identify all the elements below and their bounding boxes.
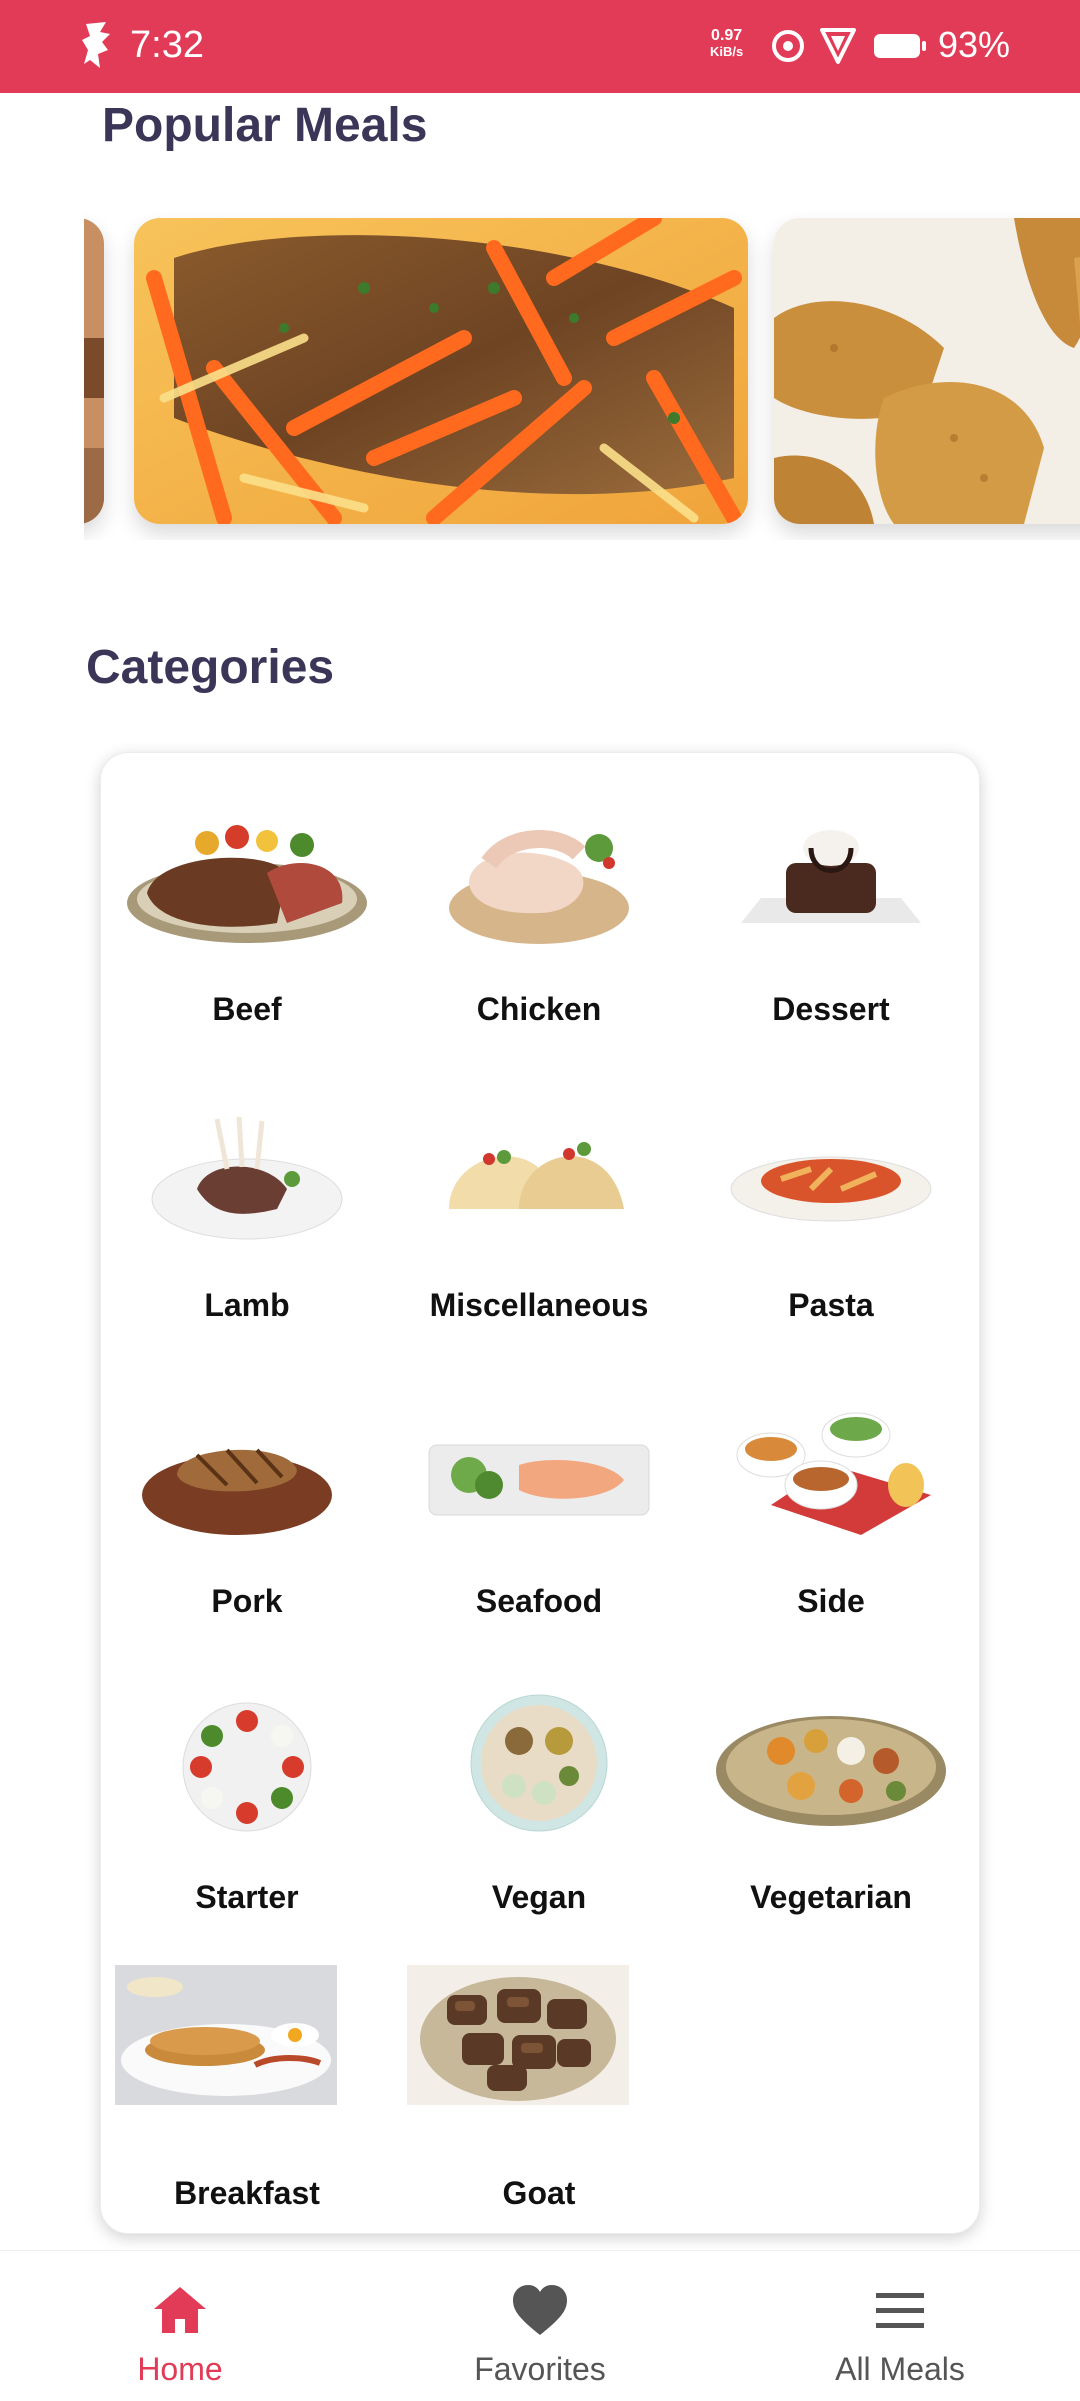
category-item-dessert[interactable]: Dessert [685, 753, 977, 1049]
category-item-pasta[interactable]: Pasta [685, 1049, 977, 1345]
category-image [127, 825, 367, 943]
home-icon [154, 2287, 206, 2333]
category-image [407, 1965, 629, 2105]
nav-label: All Meals [835, 2351, 965, 2387]
meal-card[interactable] [134, 218, 748, 524]
category-image [449, 1142, 624, 1209]
category-label: Pasta [788, 1287, 874, 1323]
nav-all-meals[interactable]: All Meals [720, 2251, 1080, 2401]
meal-card[interactable] [774, 218, 1080, 524]
heart-icon [513, 2285, 567, 2335]
meal-image [774, 218, 1080, 524]
category-image [428, 1444, 650, 1516]
data-saver-icon [772, 30, 804, 62]
category-image [741, 830, 921, 923]
meal-card[interactable] [84, 218, 104, 524]
category-label: Beef [212, 991, 282, 1027]
bottom-navigation: Home Favorites All Meals [0, 2250, 1080, 2401]
category-image [182, 1702, 312, 1832]
category-item-side[interactable]: Side [685, 1345, 977, 1641]
category-item-pork[interactable]: Pork [101, 1345, 393, 1641]
nav-home[interactable]: Home [0, 2251, 360, 2401]
category-image [115, 1965, 337, 2105]
category-label: Seafood [475, 1583, 603, 1619]
category-label: Goat [502, 2175, 576, 2211]
status-time: 7:32 [130, 24, 204, 66]
category-label: Miscellaneous [429, 1287, 649, 1323]
category-image [730, 1156, 932, 1222]
nav-label: Favorites [474, 2351, 606, 2387]
category-image [716, 1716, 946, 1826]
category-item-vegan[interactable]: Vegan [393, 1641, 685, 1937]
status-bar: 7:32 0.97 KiB/s 93% [0, 0, 1080, 93]
category-image [449, 830, 629, 944]
category-item-breakfast[interactable]: Breakfast [101, 1937, 393, 2233]
category-item-miscellaneous[interactable]: Miscellaneous [393, 1049, 685, 1345]
category-label: Side [797, 1583, 865, 1619]
category-label: Breakfast [174, 2175, 320, 2211]
category-item-lamb[interactable]: Lamb [101, 1049, 393, 1345]
category-item-goat[interactable]: Goat [393, 1937, 685, 2233]
battery-percent: 93% [938, 24, 1011, 65]
popular-meals-title: Popular Meals [102, 99, 428, 152]
battery-icon [874, 34, 926, 58]
menu-icon [876, 2293, 924, 2328]
categories-grid: Beef Chicken Dessert Lamb Miscellaneous … [100, 752, 980, 2234]
category-image [470, 1694, 608, 1832]
category-item-starter[interactable]: Starter [101, 1641, 393, 1937]
nav-favorites[interactable]: Favorites [360, 2251, 720, 2401]
category-item-chicken[interactable]: Chicken [393, 753, 685, 1049]
vpn-icon [820, 28, 856, 64]
category-label: Pork [211, 1583, 283, 1619]
category-item-seafood[interactable]: Seafood [393, 1345, 685, 1641]
category-image [151, 1116, 343, 1240]
category-label: Starter [195, 1879, 299, 1915]
category-item-beef[interactable]: Beef [101, 753, 393, 1049]
network-speed: 0.97 KiB/s [710, 27, 744, 60]
category-label: Vegetarian [750, 1879, 912, 1915]
meal-image [134, 218, 748, 524]
category-label: Lamb [204, 1287, 290, 1323]
category-label: Vegan [491, 1879, 587, 1915]
category-item-vegetarian[interactable]: Vegetarian [685, 1641, 977, 1937]
category-label: Dessert [772, 991, 890, 1027]
category-label: Chicken [476, 991, 602, 1027]
meal-image [84, 218, 104, 524]
categories-title: Categories [86, 641, 335, 694]
app-logo-icon [82, 22, 110, 68]
category-image [736, 1412, 931, 1535]
nav-label: Home [137, 2351, 223, 2387]
popular-meals-carousel[interactable] [84, 210, 1080, 540]
category-image [142, 1448, 332, 1535]
